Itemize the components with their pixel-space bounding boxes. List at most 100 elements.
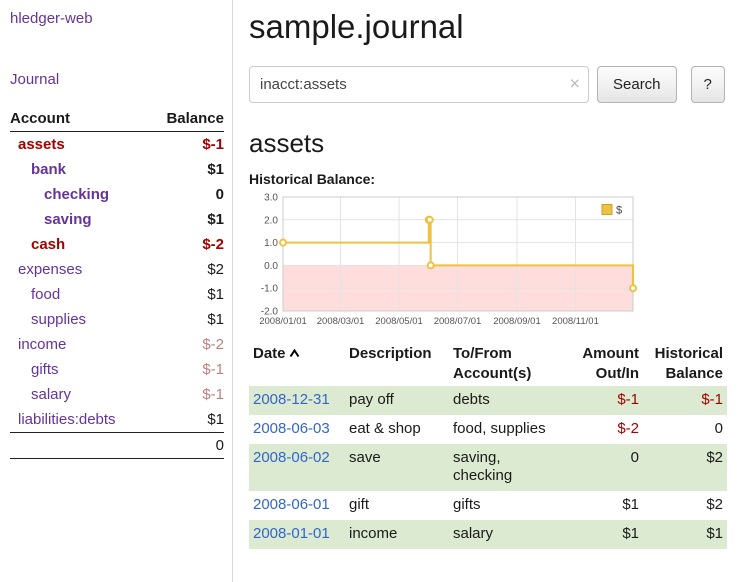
account-name-cell: assets	[10, 132, 148, 158]
account-name-cell: gifts	[10, 357, 148, 382]
account-balance: 0	[148, 182, 224, 207]
register-header-date-label: Date	[253, 345, 286, 362]
account-balance: $1	[148, 407, 224, 433]
register-amount-cell: $-1	[573, 386, 643, 415]
accounts-header-account: Account	[10, 108, 148, 132]
account-row: expenses $2	[10, 257, 224, 282]
account-link[interactable]: income	[10, 336, 66, 353]
main-content: sample.journal × Search ? assets Histori…	[233, 0, 742, 582]
accounts-header-balance: Balance	[148, 108, 224, 132]
account-name-cell: food	[10, 282, 148, 307]
account-name-cell: saving	[10, 207, 148, 232]
account-link[interactable]: cash	[10, 236, 65, 253]
svg-text:2008/09/01: 2008/09/01	[493, 316, 541, 327]
register-row: 2008-06-03eat & shopfood, supplies$-20	[249, 415, 727, 444]
help-button[interactable]: ?	[691, 66, 725, 103]
app-title-link[interactable]: hledger-web	[10, 10, 224, 27]
account-link[interactable]: salary	[10, 386, 71, 403]
register-description-cell: pay off	[345, 386, 449, 415]
search-input-wrap: ×	[249, 66, 589, 103]
register-row: 2008-12-31pay offdebts$-1$-1	[249, 386, 727, 415]
account-name-cell: supplies	[10, 307, 148, 332]
register-date-cell: 2008-06-02	[249, 444, 345, 492]
account-name-cell: bank	[10, 157, 148, 182]
svg-text:$: $	[616, 205, 622, 217]
account-link[interactable]: liabilities:debts	[10, 411, 116, 428]
svg-text:2008/05/01: 2008/05/01	[375, 316, 423, 327]
register-header-row: Date Description To/From Account(s) Amou…	[249, 341, 727, 386]
register-row: 2008-01-01incomesalary$1$1	[249, 520, 727, 549]
register-header-amount: Amount Out/In	[573, 341, 643, 386]
sidebar: hledger-web Journal Account Balance asse…	[0, 0, 233, 582]
register-date-cell: 2008-01-01	[249, 520, 345, 549]
accounts-header-row: Account Balance	[10, 108, 224, 132]
account-balance: $-2	[148, 232, 224, 257]
search-button[interactable]: Search	[597, 66, 677, 103]
account-link[interactable]: supplies	[10, 311, 86, 328]
svg-text:-1.0: -1.0	[261, 284, 279, 295]
register-table-body: 2008-12-31pay offdebts$-1$-12008-06-03ea…	[249, 386, 727, 549]
svg-text:3.0: 3.0	[264, 193, 278, 204]
account-link[interactable]: gifts	[10, 361, 59, 378]
account-balance: $-2	[148, 332, 224, 357]
register-balance-cell: $-1	[643, 386, 727, 415]
transaction-date-link[interactable]: 2008-06-02	[253, 449, 330, 466]
account-balance: $1	[148, 157, 224, 182]
sidebar-item-journal[interactable]: Journal	[10, 71, 224, 88]
clear-search-icon[interactable]: ×	[569, 73, 580, 94]
register-description-cell: income	[345, 520, 449, 549]
account-balance: $2	[148, 257, 224, 282]
register-balance-cell: $1	[643, 520, 727, 549]
account-name-cell: expenses	[10, 257, 148, 282]
accounts-table-body: assets$-1bank$1checking0saving$1cash$-2e…	[10, 132, 224, 433]
register-description-cell: save	[345, 444, 449, 492]
register-header-account: To/From Account(s)	[449, 341, 573, 386]
transaction-date-link[interactable]: 2008-06-03	[253, 420, 330, 437]
register-balance-cell: 0	[643, 415, 727, 444]
account-row: salary$-1	[10, 382, 224, 407]
balance-chart: 3.02.01.00.0-1.0-2.02008/01/012008/03/01…	[249, 191, 730, 331]
account-link[interactable]: bank	[10, 161, 66, 178]
transaction-date-link[interactable]: 2008-01-01	[253, 525, 330, 542]
register-table: Date Description To/From Account(s) Amou…	[249, 341, 727, 549]
account-link[interactable]: food	[10, 286, 60, 303]
account-link[interactable]: assets	[10, 136, 65, 153]
svg-text:2008/11/01: 2008/11/01	[552, 316, 599, 327]
svg-text:2008/03/01: 2008/03/01	[317, 316, 365, 327]
page-title: sample.journal	[249, 8, 730, 46]
register-description-cell: eat & shop	[345, 415, 449, 444]
register-accounts-cell: gifts	[449, 491, 573, 520]
account-link[interactable]: checking	[10, 186, 109, 203]
account-row: supplies $1	[10, 307, 224, 332]
account-balance: $1	[148, 307, 224, 332]
svg-text:2008/01/01: 2008/01/01	[259, 316, 307, 327]
account-link[interactable]: saving	[10, 211, 92, 228]
account-balance: $-1	[148, 132, 224, 158]
account-row: cash $-2	[10, 232, 224, 257]
account-balance: $-1	[148, 357, 224, 382]
account-balance: $1	[148, 282, 224, 307]
register-accounts-cell: food, supplies	[449, 415, 573, 444]
register-header-date[interactable]: Date	[249, 341, 345, 386]
search-bar: × Search ?	[249, 66, 730, 103]
svg-text:0.0: 0.0	[264, 261, 278, 272]
account-row: income $-2	[10, 332, 224, 357]
sort-ascending-icon	[289, 349, 300, 358]
account-row: gifts $-1	[10, 357, 224, 382]
account-balance: $1	[148, 207, 224, 232]
account-name-cell: checking	[10, 182, 148, 207]
accounts-total-row: 0	[10, 433, 224, 459]
transaction-date-link[interactable]: 2008-12-31	[253, 391, 330, 408]
account-name-cell: liabilities:debts	[10, 407, 148, 433]
account-name-cell: cash	[10, 232, 148, 257]
register-accounts-cell: saving, checking	[449, 444, 573, 492]
transaction-date-link[interactable]: 2008-06-01	[253, 496, 330, 513]
register-amount-cell: $1	[573, 520, 643, 549]
svg-text:1.0: 1.0	[264, 238, 278, 249]
chart-title: Historical Balance:	[249, 171, 730, 187]
account-link[interactable]: expenses	[10, 261, 82, 278]
search-input[interactable]	[249, 66, 589, 103]
account-name-cell: salary	[10, 382, 148, 407]
account-row: assets $-1	[10, 132, 224, 158]
register-balance-cell: $2	[643, 491, 727, 520]
